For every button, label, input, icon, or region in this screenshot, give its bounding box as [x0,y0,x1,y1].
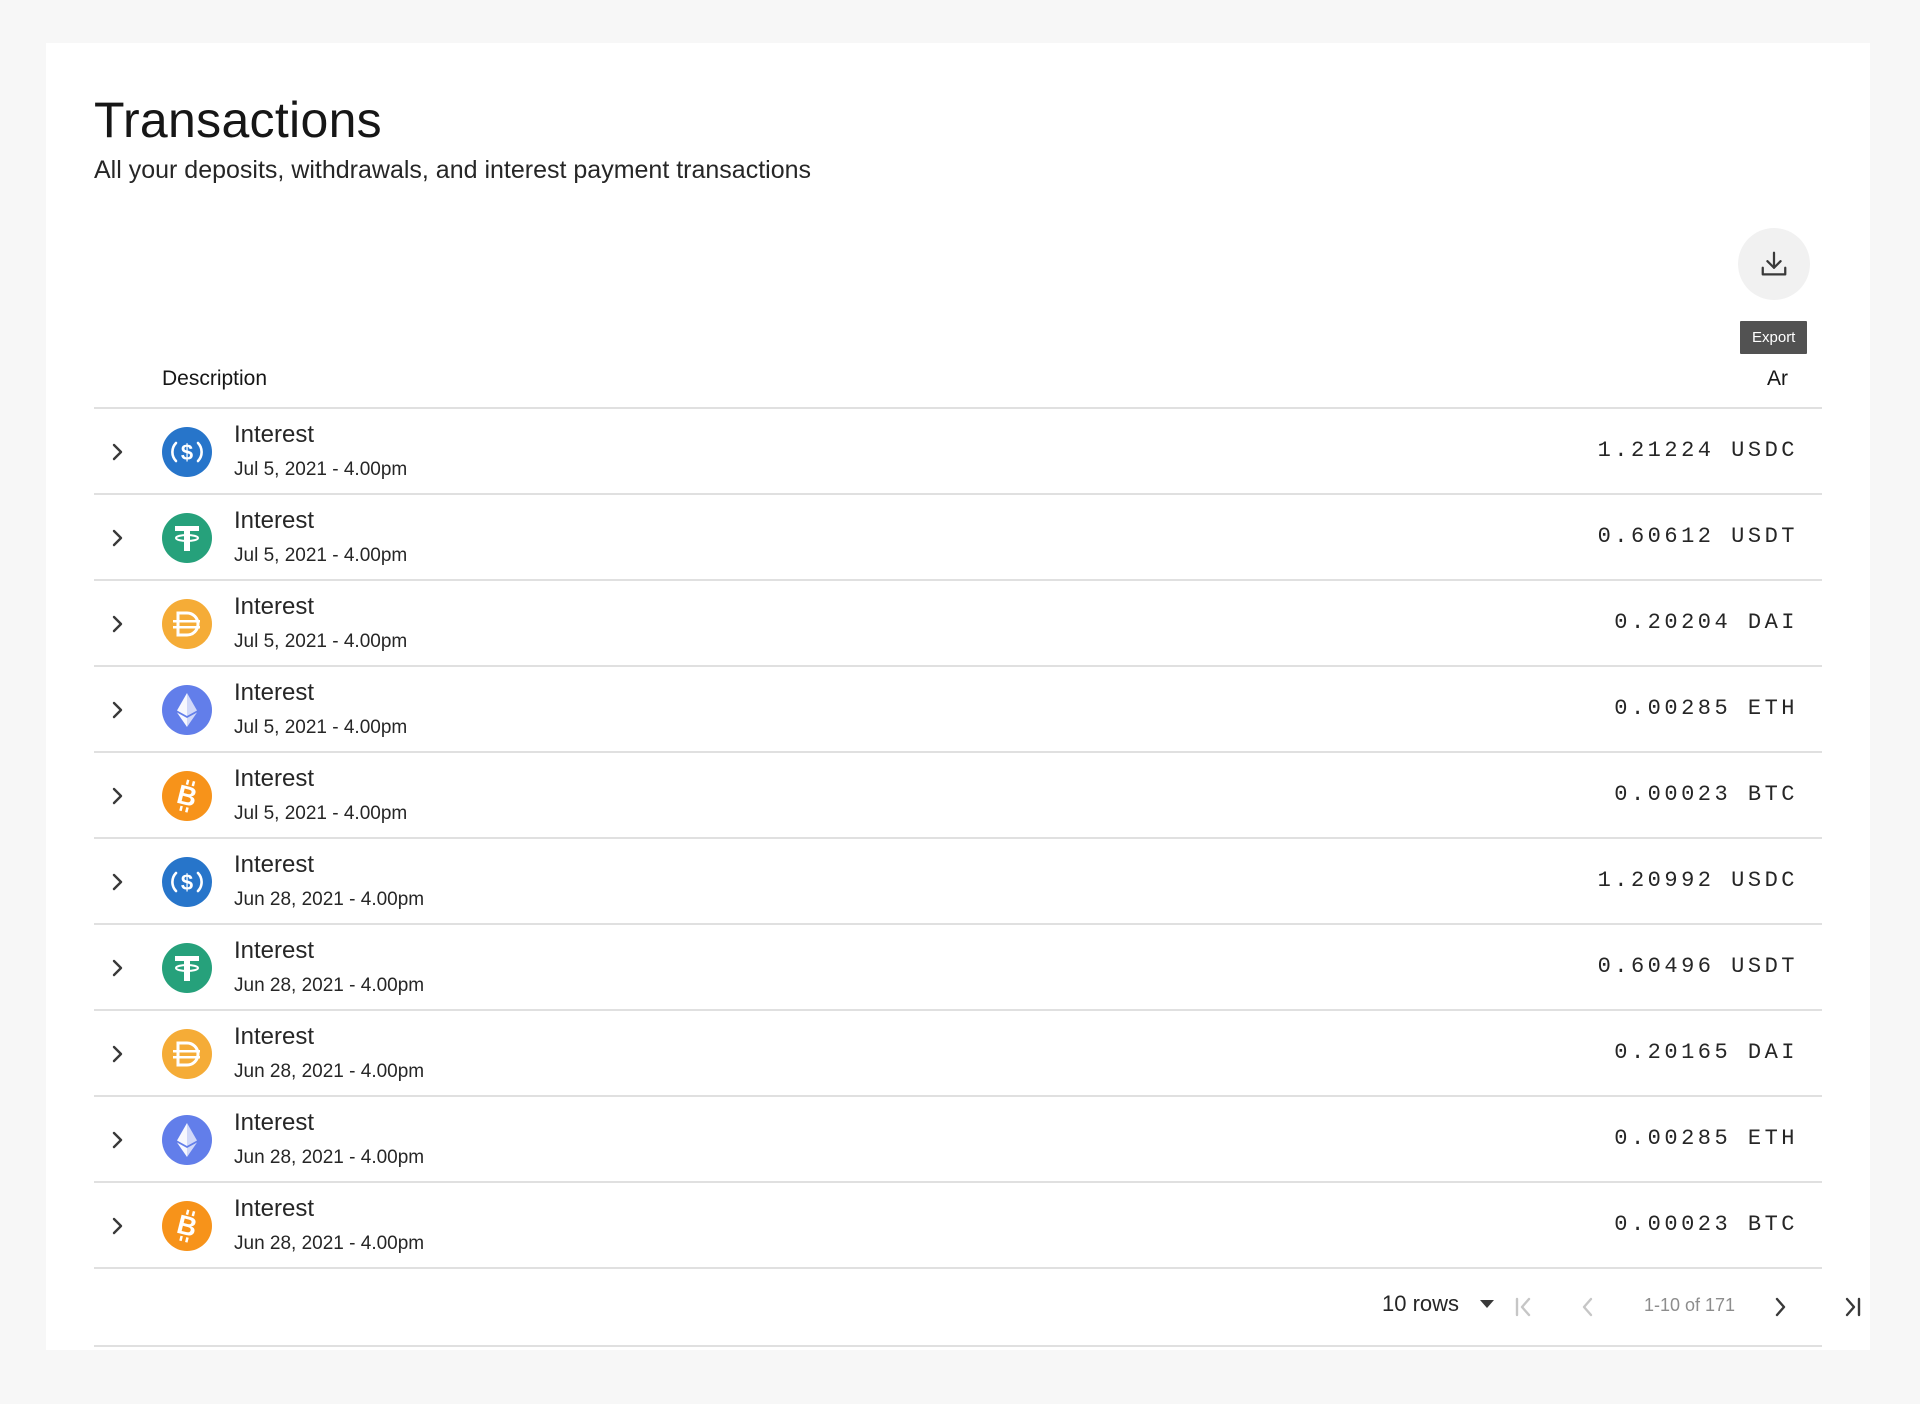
download-icon [1761,251,1787,276]
transaction-amount: 0.00285 ETH [1614,1126,1798,1151]
transaction-amount: 0.20204 DAI [1614,610,1798,635]
chevron-right-icon [112,959,123,977]
transaction-date: Jul 5, 2021 - 4.00pm [234,459,408,480]
transaction-type: Interest [234,593,315,620]
transaction-amount: 0.00023 BTC [1614,1212,1798,1237]
chevron-right-icon [112,443,123,461]
expand-row-button[interactable] [94,839,140,925]
table-body: $ Interest Jul 5, 2021 - 4.00pm 1.21224 … [94,409,1822,1269]
chevron-right-icon [112,529,123,547]
btc-coin-icon: B [162,771,212,821]
transaction-type: Interest [234,507,315,534]
transaction-date: Jul 5, 2021 - 4.00pm [234,717,408,738]
expand-row-button[interactable] [94,1011,140,1097]
export-button[interactable] [1738,228,1810,300]
expand-row-button[interactable] [94,1097,140,1183]
table-row[interactable]: Interest Jul 5, 2021 - 4.00pm 0.00285 ET… [94,667,1822,753]
table-row[interactable]: B Interest Jul 5, 2021 - 4.00pm 0.00023 … [94,753,1822,839]
page-range-label: 1-10 of 171 [1644,1295,1736,1315]
expand-row-button[interactable] [94,581,140,667]
transaction-amount: 0.00285 ETH [1614,696,1798,721]
table-row[interactable]: Interest Jun 28, 2021 - 4.00pm 0.00285 E… [94,1097,1822,1183]
expand-row-button[interactable] [94,495,140,581]
transaction-amount: 0.60612 USDT [1597,524,1798,549]
chevron-left-icon [1582,1297,1593,1317]
usdt-coin-icon [162,513,212,563]
table-header: Description Ar [94,343,1822,409]
transaction-amount: 0.20165 DAI [1614,1040,1798,1065]
transaction-date: Jul 5, 2021 - 4.00pm [234,803,408,824]
eth-coin-icon [162,1115,212,1165]
expand-row-button[interactable] [94,753,140,839]
transaction-amount: 1.21224 USDC [1597,438,1798,463]
btc-coin-icon: B [162,1201,212,1251]
usdc-coin-icon: $ [162,427,212,477]
chevron-right-icon [112,787,123,805]
eth-coin-icon [162,685,212,735]
transaction-type: Interest [234,1195,315,1222]
next-page-button[interactable] [1760,1287,1800,1327]
chevron-right-icon [112,1131,123,1149]
table-row[interactable]: $ Interest Jul 5, 2021 - 4.00pm 1.21224 … [94,409,1822,495]
table-row[interactable]: Interest Jul 5, 2021 - 4.00pm 0.20204 DA… [94,581,1822,667]
usdt-coin-icon [162,943,212,993]
table-row[interactable]: $ Interest Jun 28, 2021 - 4.00pm 1.20992… [94,839,1822,925]
transaction-date: Jul 5, 2021 - 4.00pm [234,545,408,566]
chevron-right-icon [112,701,123,719]
table-row[interactable]: B Interest Jun 28, 2021 - 4.00pm 0.00023… [94,1183,1822,1269]
column-header-description: Description [162,367,268,390]
rows-per-page-select[interactable]: 10 rows [1382,1291,1495,1317]
transaction-date: Jun 28, 2021 - 4.00pm [234,1147,425,1168]
transaction-amount: 1.20992 USDC [1597,868,1798,893]
rows-per-page-label: 10 rows [1382,1291,1460,1316]
expand-row-button[interactable] [94,1183,140,1269]
transaction-type: Interest [234,1023,315,1050]
transaction-type: Interest [234,937,315,964]
dai-coin-icon [162,599,212,649]
dai-coin-icon [162,1029,212,1079]
svg-text:$: $ [181,440,193,465]
transaction-date: Jun 28, 2021 - 4.00pm [234,1061,425,1082]
transaction-type: Interest [234,421,315,448]
expand-row-button[interactable] [94,925,140,1011]
chevron-right-icon [112,1217,123,1235]
chevron-right-icon [112,873,123,891]
first-page-button[interactable] [1504,1287,1544,1327]
last-page-button[interactable] [1832,1287,1872,1327]
first-page-icon [1515,1297,1531,1317]
transaction-type: Interest [234,765,315,792]
chevron-right-icon [112,615,123,633]
page-subtitle: All your deposits, withdrawals, and inte… [94,156,812,184]
transaction-date: Jun 28, 2021 - 4.00pm [234,975,425,996]
transaction-date: Jul 5, 2021 - 4.00pm [234,631,408,652]
transactions-table: Description Ar $ Interest Jul 5, 2021 - … [94,343,1861,1347]
usdc-coin-icon: $ [162,857,212,907]
transaction-type: Interest [234,679,315,706]
transaction-type: Interest [234,851,315,878]
transaction-date: Jun 28, 2021 - 4.00pm [234,1233,425,1254]
chevron-right-icon [1775,1297,1786,1317]
table-row[interactable]: Interest Jun 28, 2021 - 4.00pm 0.60496 U… [94,925,1822,1011]
transaction-date: Jun 28, 2021 - 4.00pm [234,889,425,910]
transaction-amount: 0.00023 BTC [1614,782,1798,807]
column-header-amount: Ar [1767,367,1788,390]
previous-page-button[interactable] [1568,1287,1608,1327]
transaction-type: Interest [234,1109,315,1136]
caret-down-icon [1480,1300,1495,1308]
transaction-amount: 0.60496 USDT [1597,954,1798,979]
table-row[interactable]: Interest Jul 5, 2021 - 4.00pm 0.60612 US… [94,495,1822,581]
expand-row-button[interactable] [94,409,140,495]
chevron-right-icon [112,1045,123,1063]
table-row[interactable]: Interest Jun 28, 2021 - 4.00pm 0.20165 D… [94,1011,1822,1097]
last-page-icon [1845,1297,1861,1317]
transactions-card: Transactions All your deposits, withdraw… [46,43,1870,1350]
table-pagination: 10 rows 1-10 of 171 [94,1269,1861,1347]
page-title: Transactions [94,92,382,148]
expand-row-button[interactable] [94,667,140,753]
svg-text:$: $ [181,870,193,895]
